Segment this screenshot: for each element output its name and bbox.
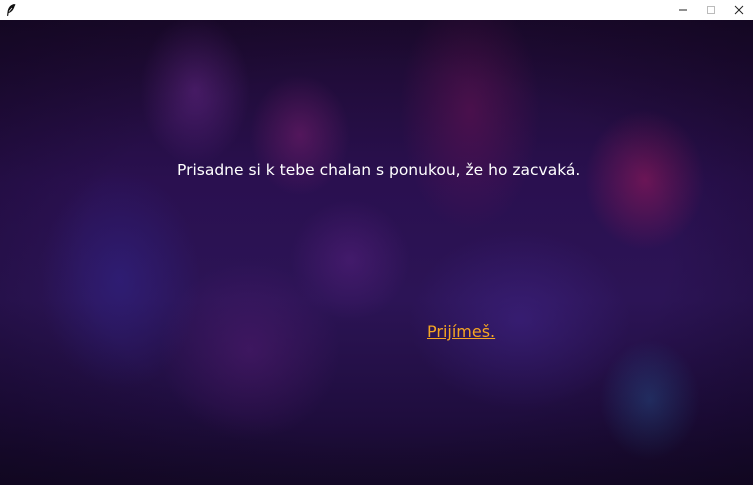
quill-icon [3, 2, 19, 18]
title-bar [0, 0, 753, 20]
maximize-icon[interactable] [697, 0, 725, 20]
minimize-icon[interactable] [669, 0, 697, 20]
window-controls [669, 0, 753, 20]
scene-background: Prisadne si k tebe chalan s ponukou, že … [0, 20, 753, 485]
close-icon[interactable] [725, 0, 753, 20]
story-text: Prisadne si k tebe chalan s ponukou, že … [177, 161, 581, 179]
choice-accept-link[interactable]: Prijímeš. [427, 322, 495, 341]
game-window: Prisadne si k tebe chalan s ponukou, že … [0, 0, 753, 485]
